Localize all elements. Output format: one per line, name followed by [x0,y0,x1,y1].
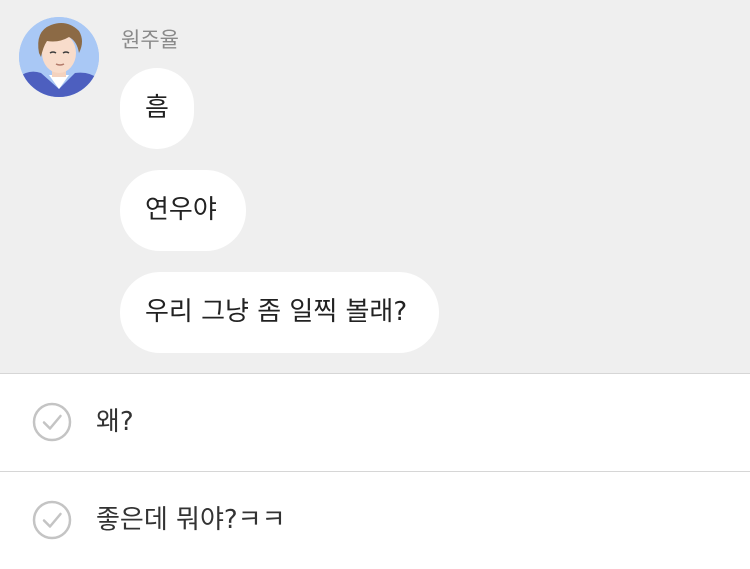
reply-options: 왜? 좋은데 뭐야?ㅋㅋ [0,373,750,559]
reply-text: 왜? [96,407,134,437]
message-bubble: 흠 [120,68,194,149]
message-bubble: 연우야 [120,170,246,251]
chat-area: 원주율 흠 연우야 우리 그냥 좀 일찍 볼래? [0,0,750,373]
reply-option[interactable]: 좋은데 뭐야?ㅋㅋ [0,472,750,569]
reply-text: 좋은데 뭐야?ㅋㅋ [96,505,286,535]
message-bubble: 우리 그냥 좀 일찍 볼래? [120,272,439,353]
check-circle-icon [32,402,72,442]
check-circle-icon [32,500,72,540]
reply-option[interactable]: 왜? [0,374,750,472]
avatar[interactable] [19,17,99,97]
sender-name: 원주율 [121,28,179,52]
person-portrait-icon [19,17,99,97]
